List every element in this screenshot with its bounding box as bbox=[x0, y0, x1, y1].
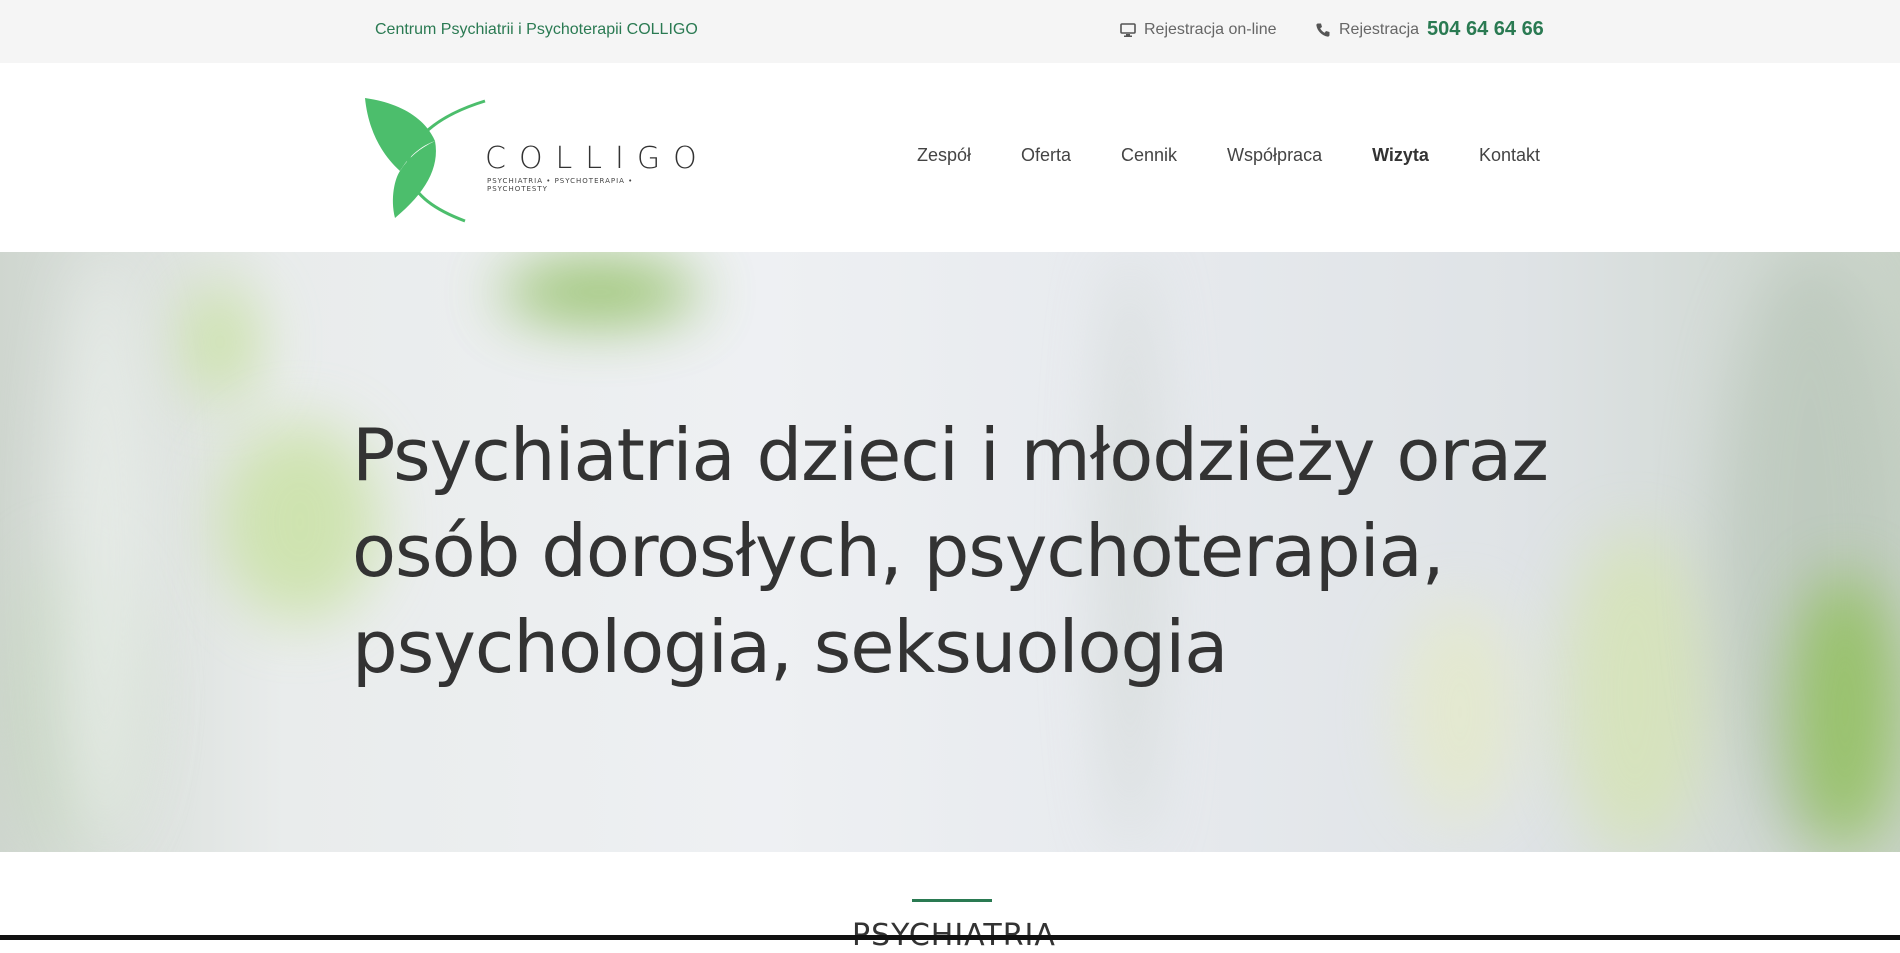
nav-item-oferta[interactable]: Oferta bbox=[1021, 145, 1071, 166]
online-registration-link[interactable]: Rejestracja on-line bbox=[1120, 21, 1277, 39]
main-nav: Zespół Oferta Cennik Współpraca Wizyta K… bbox=[917, 145, 1540, 166]
phone-icon bbox=[1315, 22, 1331, 38]
clinic-name: Centrum Psychiatrii i Psychoterapii COLL… bbox=[375, 21, 698, 38]
online-registration-label: Rejestracja on-line bbox=[1144, 21, 1277, 38]
hero-background-foliage bbox=[500, 262, 700, 322]
logo[interactable]: COLLIGO PSYCHIATRIA • PSYCHOTERAPIA • PS… bbox=[360, 93, 697, 223]
bottom-edge bbox=[0, 935, 1900, 940]
nav-item-zespol[interactable]: Zespół bbox=[917, 145, 971, 166]
phone-label: Rejestracja bbox=[1339, 20, 1420, 38]
phone-registration: Rejestracja 504 64 64 66 bbox=[1315, 18, 1544, 41]
site-header: COLLIGO PSYCHIATRIA • PSYCHOTERAPIA • PS… bbox=[0, 63, 1900, 252]
top-bar: Centrum Psychiatrii i Psychoterapii COLL… bbox=[0, 0, 1900, 63]
hero-banner: Psychiatria dzieci i młodzieży oraz osób… bbox=[0, 252, 1900, 852]
logo-wordmark: COLLIGO bbox=[485, 141, 710, 176]
nav-item-wspolpraca[interactable]: Współpraca bbox=[1227, 145, 1322, 166]
nav-item-wizyta[interactable]: Wizyta bbox=[1372, 145, 1429, 166]
section-divider bbox=[912, 899, 992, 902]
monitor-icon bbox=[1120, 22, 1136, 38]
nav-item-kontakt[interactable]: Kontakt bbox=[1479, 145, 1540, 166]
logo-tagline: PSYCHIATRIA • PSYCHOTERAPIA • PSYCHOTEST… bbox=[487, 177, 634, 193]
phone-number-link[interactable]: 504 64 64 66 bbox=[1427, 18, 1544, 41]
hero-headline: Psychiatria dzieci i młodzieży oraz osób… bbox=[352, 413, 1549, 689]
nav-item-cennik[interactable]: Cennik bbox=[1121, 145, 1177, 166]
butterfly-logo-icon bbox=[365, 98, 486, 223]
